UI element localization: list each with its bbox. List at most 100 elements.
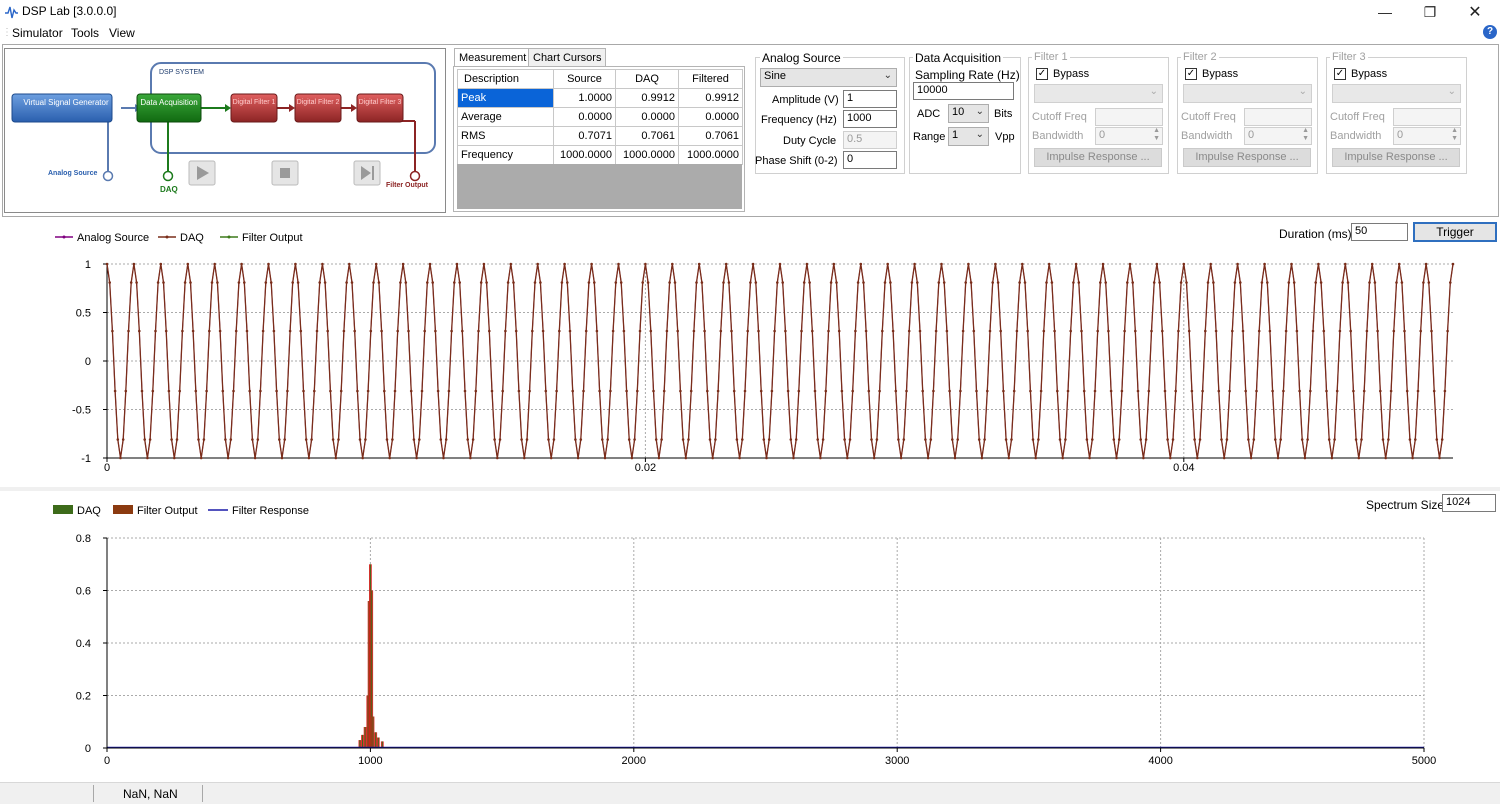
tab-chart-cursors[interactable]: Chart Cursors (528, 48, 607, 67)
cell-value[interactable]: 0.0000 (678, 107, 743, 127)
filter3-bypass-checkbox[interactable]: ✓ (1334, 68, 1346, 80)
sample-point (802, 281, 806, 284)
sample-point (474, 389, 478, 393)
sample-point (595, 329, 599, 333)
filter2-impulse-button[interactable]: Impulse Response ... (1183, 148, 1311, 167)
cell-value[interactable]: 0.0000 (553, 107, 616, 127)
waveform-select[interactable]: Sine ⌄ (760, 68, 897, 87)
sample-point (259, 389, 262, 393)
menu-tools[interactable]: Tools (68, 26, 102, 40)
step-button[interactable] (349, 156, 385, 189)
sample-point (240, 262, 243, 266)
y-tick-label: 0.4 (76, 638, 91, 650)
close-button[interactable]: ✕ (1452, 0, 1498, 24)
stop-button[interactable] (267, 156, 303, 189)
sample-point (1104, 281, 1107, 284)
chevron-down-icon: ⌄ (1298, 86, 1307, 97)
spectrum-chart-legend: DAQ Filter Output Filter Response (53, 505, 309, 517)
sample-point (291, 281, 295, 284)
filter1-bypass-checkbox[interactable]: ✓ (1036, 68, 1048, 80)
col-daq[interactable]: DAQ (615, 69, 679, 89)
filter3-cutoff-input[interactable] (1393, 108, 1461, 126)
sample-point (164, 329, 168, 333)
sample-point (932, 389, 935, 393)
filter3-impulse-button[interactable]: Impulse Response ... (1332, 148, 1460, 167)
maximize-button[interactable]: ❐ (1407, 0, 1453, 24)
sample-point (611, 329, 615, 333)
sample-point (1053, 329, 1056, 333)
cell-rms[interactable]: RMS (457, 126, 554, 146)
cell-value[interactable]: 1000.0000 (615, 145, 679, 165)
sample-point (692, 329, 696, 333)
phase-shift-input[interactable]: 0 (843, 151, 897, 169)
menu-simulator[interactable]: Simulator (9, 26, 66, 40)
cell-value[interactable]: 1.0000 (553, 88, 616, 108)
sample-point (479, 281, 483, 284)
sample-point (310, 438, 313, 441)
cell-value[interactable]: 0.0000 (615, 107, 679, 127)
sample-point (991, 281, 994, 284)
cell-value[interactable]: 0.7071 (553, 126, 616, 146)
table-row[interactable]: RMS 0.7071 0.7061 0.7061 (457, 126, 743, 146)
filter1-type-select[interactable]: ⌄ (1034, 84, 1163, 103)
col-description[interactable]: Description (457, 69, 554, 89)
duty-cycle-input[interactable]: 0.5 (843, 131, 897, 149)
sample-point (1233, 281, 1237, 284)
cell-value[interactable]: 1000.0000 (678, 145, 743, 165)
sample-point (700, 281, 704, 284)
amplitude-input[interactable]: 1 (843, 90, 897, 108)
sample-point (482, 262, 486, 266)
menu-view[interactable]: View (106, 26, 138, 40)
sample-point (555, 389, 558, 393)
cell-peak[interactable]: Peak (457, 88, 554, 108)
sample-point (708, 438, 712, 441)
sample-point (181, 329, 184, 333)
sample-point (1440, 438, 1444, 441)
minimize-button[interactable]: — (1362, 0, 1408, 24)
table-row[interactable]: Peak 1.0000 0.9912 0.9912 (457, 88, 743, 108)
filter1-bandwidth-stepper[interactable]: 0 ▲ ▼ (1095, 127, 1163, 145)
sample-point (1387, 438, 1390, 441)
sample-point (436, 389, 440, 393)
tab-measurement[interactable]: Measurement (454, 48, 532, 67)
sample-point (1282, 389, 1285, 393)
cell-value[interactable]: 0.7061 (678, 126, 743, 146)
filter1-impulse-button[interactable]: Impulse Response ... (1034, 148, 1162, 167)
col-filtered[interactable]: Filtered (678, 69, 743, 89)
filter2-bypass-checkbox[interactable]: ✓ (1185, 68, 1197, 80)
table-row[interactable]: Frequency 1000.0000 1000.0000 1000.0000 (457, 145, 743, 165)
cell-value[interactable]: 0.9912 (615, 88, 679, 108)
y-tick-label: -0.5 (72, 405, 91, 417)
cell-value[interactable]: 0.7061 (615, 126, 679, 146)
sample-point (910, 281, 914, 284)
adc-select[interactable]: 10 ⌄ (948, 104, 989, 123)
filter2-cutoff-input[interactable] (1244, 108, 1312, 126)
sample-point (1276, 456, 1280, 460)
filter3-type-select[interactable]: ⌄ (1332, 84, 1461, 103)
filter1-cutoff-input[interactable] (1095, 108, 1163, 126)
sample-point (665, 329, 669, 333)
sample-point (1212, 281, 1215, 284)
sample-point (792, 456, 795, 460)
cell-frequency[interactable]: Frequency (457, 145, 554, 165)
frequency-input[interactable]: 1000 (843, 110, 897, 128)
sample-point (719, 329, 723, 333)
filter3-bandwidth-stepper[interactable]: 0 ▲ ▼ (1393, 127, 1461, 145)
chart-splitter[interactable] (0, 487, 1500, 491)
sample-point (934, 329, 938, 333)
cell-value[interactable]: 0.9912 (678, 88, 743, 108)
sample-point (1201, 389, 1204, 393)
sample-point (506, 281, 510, 284)
filter2-bandwidth-stepper[interactable]: 0 ▲ ▼ (1244, 127, 1312, 145)
sampling-rate-input[interactable]: 10000 (913, 82, 1014, 100)
x-tick-label: 0 (104, 462, 110, 474)
table-row[interactable]: Average 0.0000 0.0000 0.0000 (457, 107, 743, 127)
filter2-type-select[interactable]: ⌄ (1183, 84, 1312, 103)
col-source[interactable]: Source (553, 69, 616, 89)
cell-value[interactable]: 1000.0000 (553, 145, 616, 165)
sample-point (676, 329, 679, 333)
play-button[interactable] (184, 156, 220, 189)
cell-average[interactable]: Average (457, 107, 554, 127)
help-icon[interactable]: ? (1483, 25, 1497, 39)
range-select[interactable]: 1 ⌄ (948, 127, 989, 146)
